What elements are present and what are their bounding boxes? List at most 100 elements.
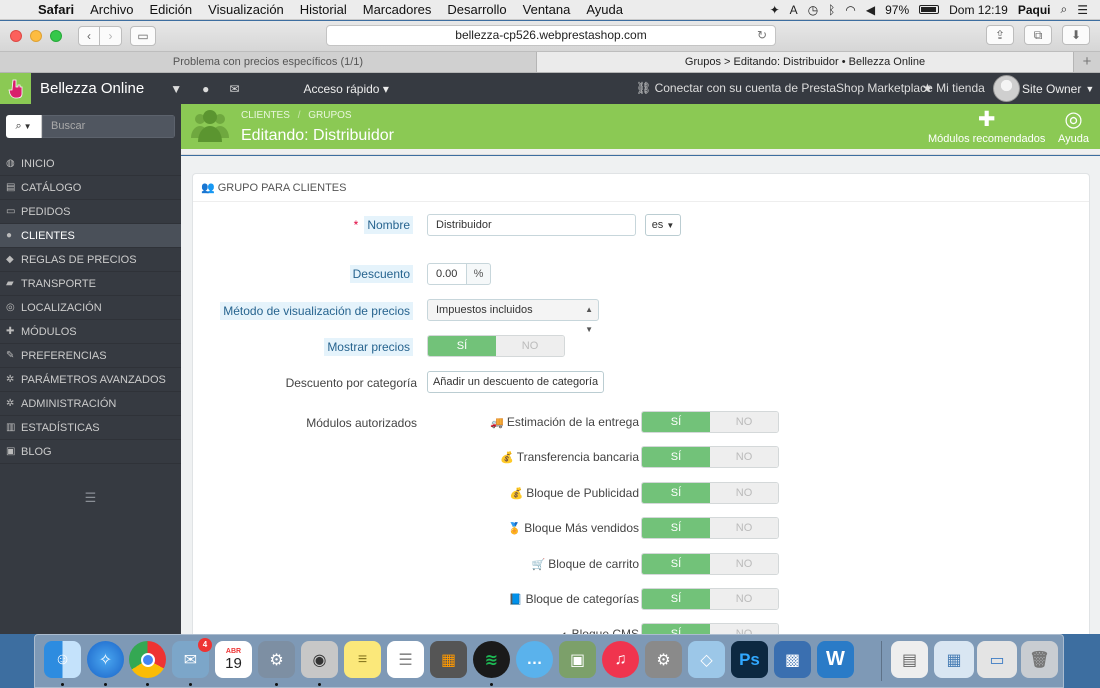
- new-tab-button[interactable]: +: [1074, 52, 1100, 72]
- shop-name[interactable]: Bellezza Online: [40, 80, 144, 97]
- collapse-menu-icon[interactable]: ☰: [0, 490, 181, 506]
- name-field[interactable]: Distribuidor: [427, 214, 636, 236]
- calendar-icon[interactable]: ABR 19: [215, 641, 252, 678]
- battery-icon[interactable]: [919, 5, 940, 14]
- input-method-icon[interactable]: A: [790, 3, 798, 17]
- image-capture-icon[interactable]: ◉: [301, 641, 338, 678]
- trash-icon[interactable]: 🗑: [1021, 641, 1058, 678]
- dropbox-icon[interactable]: ✦: [770, 3, 780, 17]
- switch-no[interactable]: NO: [710, 554, 778, 574]
- downloads-icon[interactable]: ⬇: [1062, 25, 1090, 45]
- virtualbox-icon[interactable]: ▩: [774, 641, 811, 678]
- discount-field[interactable]: 0.00: [427, 263, 467, 285]
- tab-grupos-editando[interactable]: Grupos > Editando: Distribuidor • Bellez…: [537, 52, 1074, 72]
- switch-no[interactable]: NO: [710, 624, 778, 634]
- module-switch[interactable]: SÍ NO: [641, 517, 779, 539]
- breadcrumb-clientes[interactable]: CLIENTES: [241, 110, 290, 121]
- employee-menu[interactable]: Site Owner ▼: [993, 75, 1094, 102]
- module-switch[interactable]: SÍ NO: [641, 553, 779, 575]
- screenshot-stack-icon[interactable]: ▭: [977, 641, 1017, 678]
- price-display-select[interactable]: Impuestos incluidos ▲ ▼: [427, 299, 599, 334]
- switch-no[interactable]: NO: [710, 589, 778, 609]
- switch-yes[interactable]: SÍ: [642, 624, 710, 634]
- sidebar-item-estad-sticas[interactable]: ▥ ESTADÍSTICAS: [0, 416, 181, 440]
- switch-no[interactable]: NO: [710, 518, 778, 538]
- switch-yes[interactable]: SÍ: [642, 518, 710, 538]
- itunes-icon[interactable]: ♫: [602, 641, 639, 678]
- back-button[interactable]: ‹: [78, 26, 100, 46]
- menu-safari[interactable]: Safari: [34, 2, 82, 17]
- show-prices-switch[interactable]: SÍ NO: [427, 335, 565, 357]
- spotlight-icon[interactable]: ⌕: [1061, 2, 1068, 17]
- notification-center-icon[interactable]: ☰: [1077, 3, 1088, 17]
- sidebar-item-reglas-de-precios[interactable]: ◆ REGLAS DE PRECIOS: [0, 248, 181, 272]
- switch-no[interactable]: NO: [710, 412, 778, 432]
- tabs-overview-icon[interactable]: ⧉: [1024, 25, 1052, 45]
- module-switch[interactable]: SÍ NO: [641, 588, 779, 610]
- envelope-icon[interactable]: ✉: [229, 82, 239, 96]
- wifi-icon[interactable]: ◠: [845, 3, 855, 17]
- bluetooth-icon[interactable]: ᛒ: [828, 3, 835, 17]
- finder-icon[interactable]: ☺: [44, 641, 81, 678]
- chrome-icon[interactable]: [129, 641, 166, 678]
- search-input[interactable]: Buscar: [42, 115, 175, 138]
- menu-desarrollo[interactable]: Desarrollo: [439, 2, 514, 17]
- sidebar-item-blog[interactable]: ▣ BLOG: [0, 440, 181, 464]
- close-window-button[interactable]: [10, 30, 22, 42]
- module-switch[interactable]: SÍ NO: [641, 623, 779, 634]
- sidebar-item-m-dulos[interactable]: ✚ MÓDULOS: [0, 320, 181, 344]
- menu-historial[interactable]: Historial: [292, 2, 355, 17]
- help-button[interactable]: ◎ Ayuda: [1058, 106, 1089, 145]
- spotify-icon[interactable]: ≋: [473, 641, 510, 678]
- calculator-icon[interactable]: ▦: [430, 641, 467, 678]
- share-icon[interactable]: ⇪: [986, 25, 1014, 45]
- sidebar-item-localizaci-n[interactable]: ◎ LOCALIZACIÓN: [0, 296, 181, 320]
- mail-stamp-icon[interactable]: ✉ 4: [172, 638, 212, 678]
- sidebar-item-preferencias[interactable]: ✎ PREFERENCIAS: [0, 344, 181, 368]
- volume-icon[interactable]: ◀: [866, 3, 875, 17]
- marketplace-connect-link[interactable]: ⛓ Conectar con su cuenta de PrestaShop M…: [636, 81, 933, 95]
- add-category-discount-button[interactable]: Añadir un descuento de categoría: [427, 371, 604, 393]
- safari-icon[interactable]: ✧: [87, 641, 124, 678]
- cart-icon[interactable]: ▼: [170, 82, 182, 96]
- module-switch[interactable]: SÍ NO: [641, 482, 779, 504]
- switch-no[interactable]: NO: [710, 483, 778, 503]
- module-switch[interactable]: SÍ NO: [641, 446, 779, 468]
- breadcrumb-grupos[interactable]: GRUPOS: [308, 110, 351, 121]
- switch-no[interactable]: NO: [710, 447, 778, 467]
- switch-yes[interactable]: SÍ: [642, 589, 710, 609]
- reload-icon[interactable]: ↻: [757, 26, 767, 45]
- sidebar-item-transporte[interactable]: ▰ TRANSPORTE: [0, 272, 181, 296]
- downloads-stack-icon[interactable]: ▦: [934, 641, 974, 678]
- menu-archivo[interactable]: Archivo: [82, 2, 141, 17]
- module-switch[interactable]: SÍ NO: [641, 411, 779, 433]
- search-type-dropdown[interactable]: ⌕ ▼: [6, 115, 42, 138]
- menu-visualizacion[interactable]: Visualización: [200, 2, 292, 17]
- recommended-modules-button[interactable]: ✚ Módulos recomendados: [928, 106, 1045, 145]
- sidebar-toggle-icon[interactable]: ▭: [130, 26, 156, 46]
- word-icon[interactable]: W: [817, 641, 854, 678]
- my-shop-link[interactable]: ★ Mi tienda: [922, 81, 985, 95]
- menu-ventana[interactable]: Ventana: [515, 2, 579, 17]
- preview-icon[interactable]: ▣: [559, 641, 596, 678]
- forward-button[interactable]: ›: [100, 26, 122, 46]
- clock[interactable]: Dom 12:19: [949, 3, 1008, 17]
- sidebar-item-clientes[interactable]: ● CLIENTES: [0, 224, 181, 248]
- switch-no[interactable]: NO: [496, 336, 564, 356]
- minimize-window-button[interactable]: [30, 30, 42, 42]
- sidebar-item-administraci-n[interactable]: ✲ ADMINISTRACIÓN: [0, 392, 181, 416]
- switch-yes[interactable]: SÍ: [642, 483, 710, 503]
- settings-app-icon[interactable]: ⚙: [258, 641, 295, 678]
- switch-yes[interactable]: SÍ: [642, 554, 710, 574]
- photoshop-icon[interactable]: Ps: [731, 641, 768, 678]
- sidebar-item-par-metros-avanzados[interactable]: ✲ PARÁMETROS AVANZADOS: [0, 368, 181, 392]
- document-stack-icon[interactable]: ▤: [891, 641, 928, 678]
- menu-edicion[interactable]: Edición: [142, 2, 201, 17]
- reminders-icon[interactable]: ☰: [387, 641, 424, 678]
- sidebar-item-cat-logo[interactable]: ▤ CATÁLOGO: [0, 176, 181, 200]
- switch-yes[interactable]: SÍ: [642, 412, 710, 432]
- user-menu[interactable]: Paqui: [1018, 3, 1051, 17]
- sidebar-item-pedidos[interactable]: ▭ PEDIDOS: [0, 200, 181, 224]
- switch-yes[interactable]: SÍ: [642, 447, 710, 467]
- menu-ayuda[interactable]: Ayuda: [578, 2, 631, 17]
